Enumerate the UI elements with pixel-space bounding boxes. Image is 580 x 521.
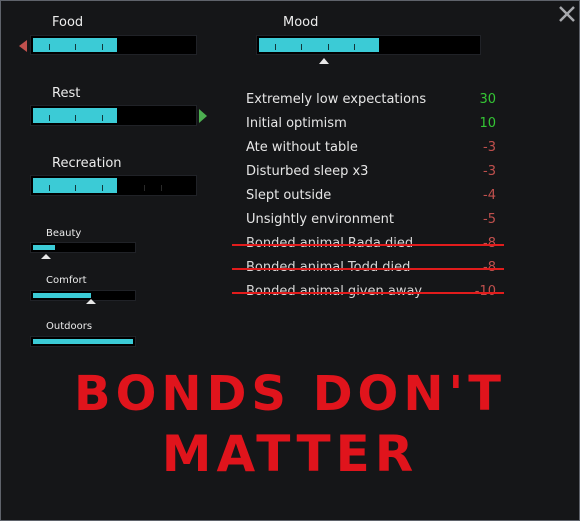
- need-label-beauty: Beauty: [46, 228, 82, 239]
- thought-row[interactable]: Initial optimism 10: [246, 116, 506, 136]
- thought-row-struck[interactable]: Bonded animal Todd died -8: [232, 260, 506, 280]
- bar-tick: [102, 44, 103, 50]
- need-label-rest: Rest: [52, 86, 81, 101]
- bar-tick: [354, 44, 355, 50]
- thought-value: -3: [483, 164, 496, 179]
- thought-value: 10: [479, 116, 496, 131]
- bar-tick: [75, 115, 76, 121]
- mood-label: Mood: [283, 15, 319, 30]
- outdoors-need-bar[interactable]: [30, 336, 136, 347]
- food-need-bar[interactable]: [30, 35, 197, 55]
- thought-row[interactable]: Unsightly environment -5: [246, 212, 506, 232]
- beauty-target-marker-icon: [41, 254, 51, 259]
- outdoors-need-fill: [33, 339, 133, 344]
- thought-value: -5: [483, 212, 496, 227]
- trend-down-arrow-icon: [19, 40, 27, 52]
- trend-up-arrow-icon: [199, 109, 207, 123]
- thought-row[interactable]: Ate without table -3: [246, 140, 506, 160]
- mood-fill: [259, 38, 380, 52]
- thought-value: -3: [483, 140, 496, 155]
- bar-tick: [301, 44, 302, 50]
- thought-label: Disturbed sleep x3: [246, 164, 369, 179]
- bar-tick: [102, 185, 103, 191]
- beauty-need-bar[interactable]: [30, 242, 136, 253]
- need-label-outdoors: Outdoors: [46, 321, 93, 332]
- overlay-text-line-2: MATTER: [161, 425, 419, 483]
- bar-tick: [49, 44, 50, 50]
- strikethrough-line: [232, 244, 504, 246]
- bar-tick: [328, 44, 329, 50]
- bar-tick: [144, 185, 145, 191]
- comfort-need-bar[interactable]: [30, 290, 136, 301]
- thought-row-struck[interactable]: Bonded animal Rada died -8: [232, 236, 506, 256]
- mood-break-threshold-marker-icon: [319, 58, 329, 64]
- bar-tick: [49, 185, 50, 191]
- bar-tick: [275, 44, 276, 50]
- thought-row-struck[interactable]: Bonded animal given away -10: [232, 284, 506, 304]
- bar-tick: [75, 185, 76, 191]
- thought-label: Extremely low expectations: [246, 92, 427, 107]
- needs-panel: Food Rest Recreation Beauty Comfort Outd…: [0, 0, 580, 521]
- overlay-text-line-1: BONDS DON'T: [74, 366, 506, 422]
- thought-row[interactable]: Disturbed sleep x3 -3: [246, 164, 506, 184]
- strikethrough-line: [232, 268, 504, 270]
- thought-label: Slept outside: [246, 188, 332, 203]
- comfort-target-marker-icon: [86, 299, 96, 304]
- rest-need-bar[interactable]: [30, 105, 197, 126]
- need-label-food: Food: [52, 15, 84, 30]
- thought-label: Unsightly environment: [246, 212, 394, 227]
- comfort-need-fill: [33, 293, 91, 298]
- mood-bar[interactable]: [256, 35, 481, 55]
- bar-tick: [49, 115, 50, 121]
- recreation-need-bar[interactable]: [30, 175, 197, 196]
- close-icon[interactable]: [557, 4, 577, 24]
- thought-row[interactable]: Slept outside -4: [246, 188, 506, 208]
- need-label-comfort: Comfort: [46, 275, 87, 286]
- bar-tick: [161, 185, 162, 191]
- thought-label: Initial optimism: [246, 116, 347, 131]
- bar-tick: [102, 115, 103, 121]
- thought-value: -4: [483, 188, 496, 203]
- thought-label: Ate without table: [246, 140, 358, 155]
- need-label-recreation: Recreation: [52, 156, 122, 171]
- bar-tick: [75, 44, 76, 50]
- thought-row[interactable]: Extremely low expectations 30: [246, 92, 506, 112]
- beauty-need-fill: [33, 245, 55, 250]
- thought-value: 30: [479, 92, 496, 107]
- strikethrough-line: [232, 292, 504, 294]
